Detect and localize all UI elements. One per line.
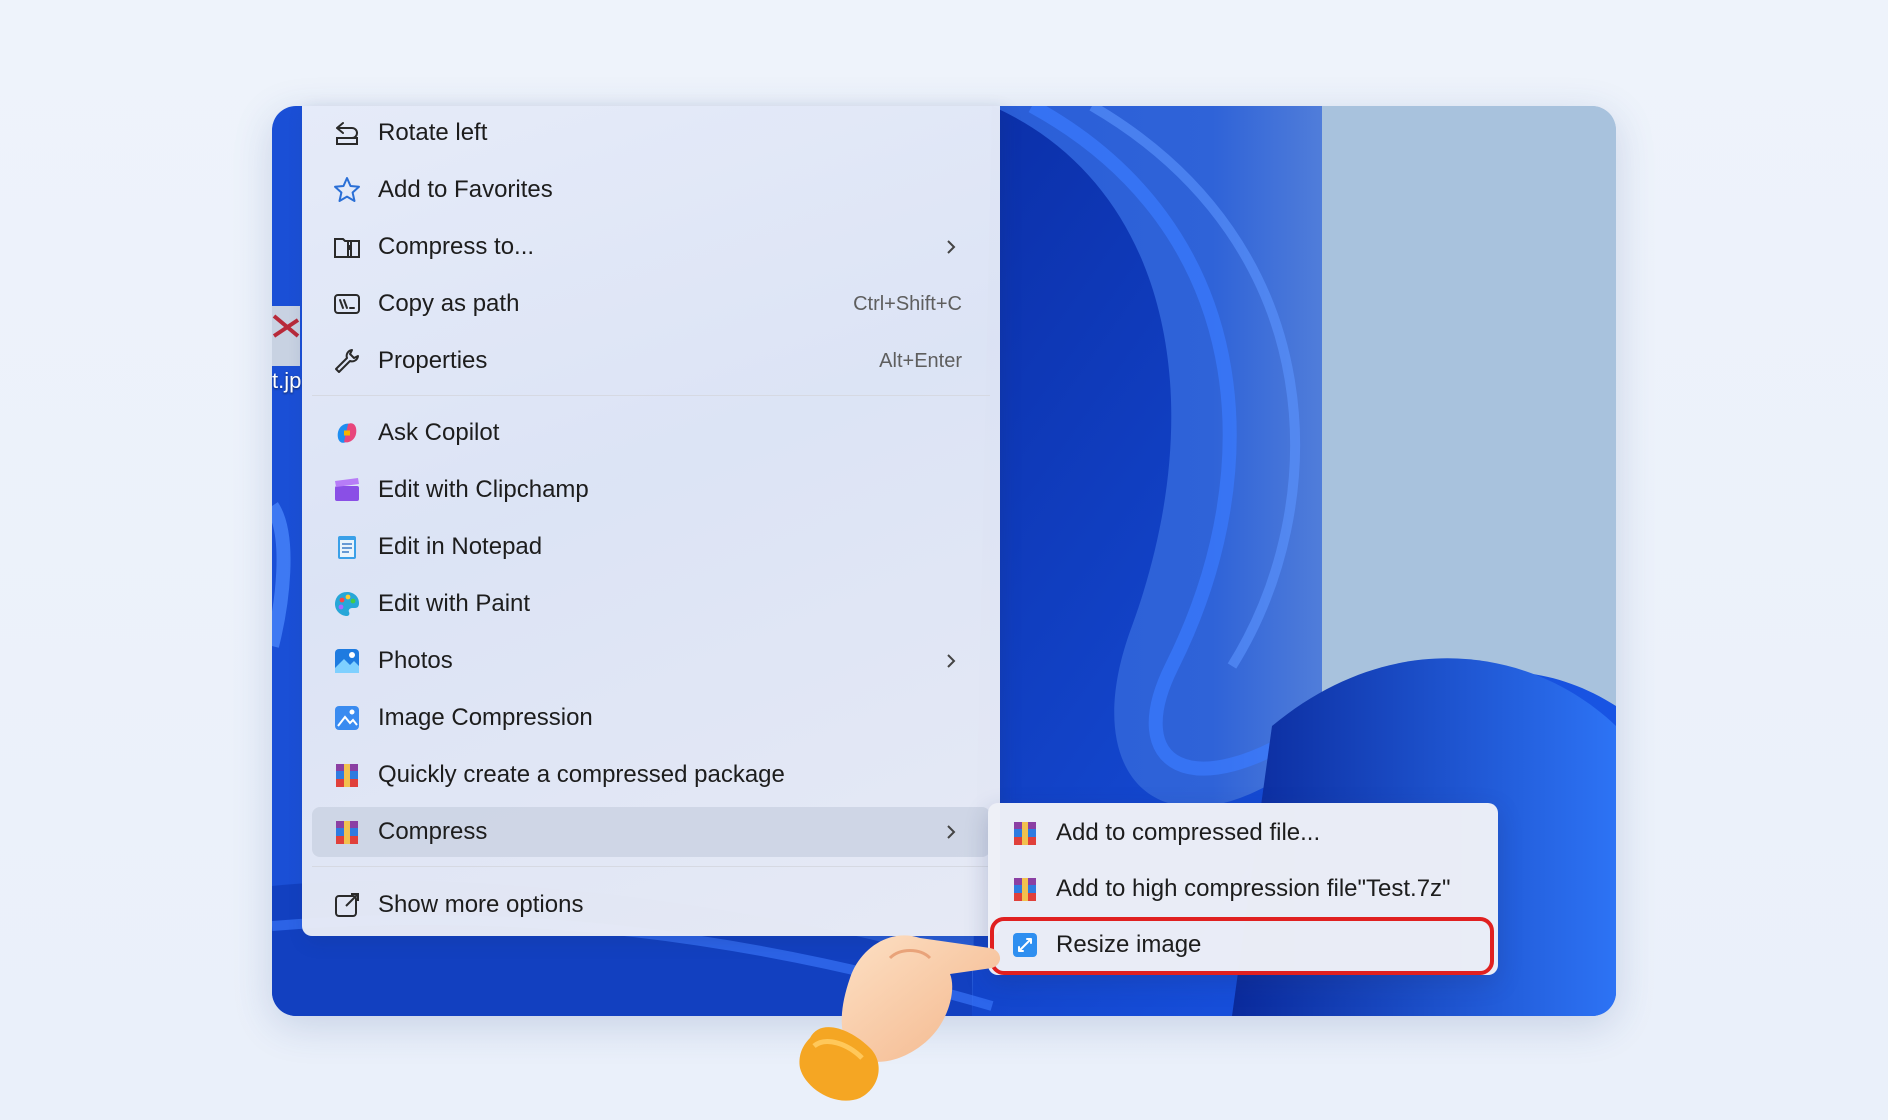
menu-item-label: Edit with Clipchamp [378, 476, 589, 503]
menu-item-label: Rotate left [378, 119, 488, 146]
winrar-icon [1014, 822, 1036, 845]
submenu-item-label: Add to compressed file... [1056, 819, 1321, 846]
menu-item-compress-to[interactable]: Compress to... [312, 222, 990, 272]
menu-item-label: Copy as path [378, 290, 520, 317]
menu-item-label: Quickly create a compressed package [378, 761, 785, 788]
menu-item-label: Show more options [378, 891, 584, 918]
menu-item-label: Image Compression [378, 704, 593, 731]
menu-item-properties[interactable]: Properties Alt+Enter [312, 336, 990, 386]
menu-item-edit-with-paint[interactable]: Edit with Paint [312, 579, 990, 629]
menu-item-label: Compress [378, 818, 488, 845]
submenu-item-add-to-compressed-file[interactable]: Add to compressed file... [994, 807, 1492, 859]
zip-folder-icon [334, 238, 360, 258]
context-menu: Rotate left Add to Favorites Compress to… [302, 106, 1000, 936]
star-icon [334, 177, 360, 202]
winrar-icon [1014, 878, 1036, 901]
copilot-icon [337, 423, 357, 443]
pointing-hand-icon [799, 935, 1001, 1101]
menu-item-label: Compress to... [378, 233, 535, 260]
menu-item-label: Properties [378, 347, 488, 374]
desktop-file-label[interactable]: t.jp [272, 368, 301, 394]
rotate-left-icon [336, 122, 358, 145]
wrench-icon [335, 349, 359, 373]
shortcut-label: Ctrl+Shift+C [853, 293, 962, 315]
show-more-icon [335, 893, 359, 917]
menu-item-edit-in-notepad[interactable]: Edit in Notepad [312, 522, 990, 572]
menu-item-edit-with-clipchamp[interactable]: Edit with Clipchamp [312, 465, 990, 515]
submenu-item-add-to-high-compression[interactable]: Add to high compression file"Test.7z" [994, 863, 1492, 915]
menu-item-add-to-favorites[interactable]: Add to Favorites [312, 165, 990, 215]
chevron-right-icon [947, 654, 956, 668]
winrar-icon [336, 764, 358, 787]
menu-item-compress[interactable]: Compress [312, 807, 990, 857]
menu-item-label: Add to Favorites [378, 176, 553, 203]
menu-item-image-compression[interactable]: Image Compression [312, 693, 990, 743]
menu-item-label: Edit in Notepad [378, 533, 543, 560]
copy-path-icon [334, 294, 360, 314]
shortcut-label: Alt+Enter [879, 350, 962, 372]
notepad-icon [338, 536, 356, 559]
paint-icon [335, 592, 359, 616]
chevron-right-icon [947, 240, 956, 254]
clipchamp-icon [335, 478, 359, 501]
menu-item-quickly-create-compressed-package[interactable]: Quickly create a compressed package [312, 750, 990, 800]
submenu-item-label: Add to high compression file"Test.7z" [1056, 875, 1451, 902]
resize-image-highlight [990, 917, 1494, 975]
menu-separator [312, 866, 990, 867]
menu-item-copy-as-path[interactable]: Copy as path Ctrl+Shift+C [312, 279, 990, 329]
menu-item-photos[interactable]: Photos [312, 636, 990, 686]
image-compression-icon [335, 706, 359, 730]
menu-item-label: Edit with Paint [378, 590, 531, 617]
menu-item-label: Photos [378, 647, 453, 674]
menu-item-label: Ask Copilot [378, 419, 500, 446]
winrar-icon [336, 821, 358, 844]
menu-item-rotate-left[interactable]: Rotate left [312, 108, 990, 158]
menu-separator [312, 395, 990, 396]
menu-item-ask-copilot[interactable]: Ask Copilot [312, 408, 990, 458]
photos-icon [335, 649, 359, 673]
chevron-right-icon [947, 825, 956, 839]
